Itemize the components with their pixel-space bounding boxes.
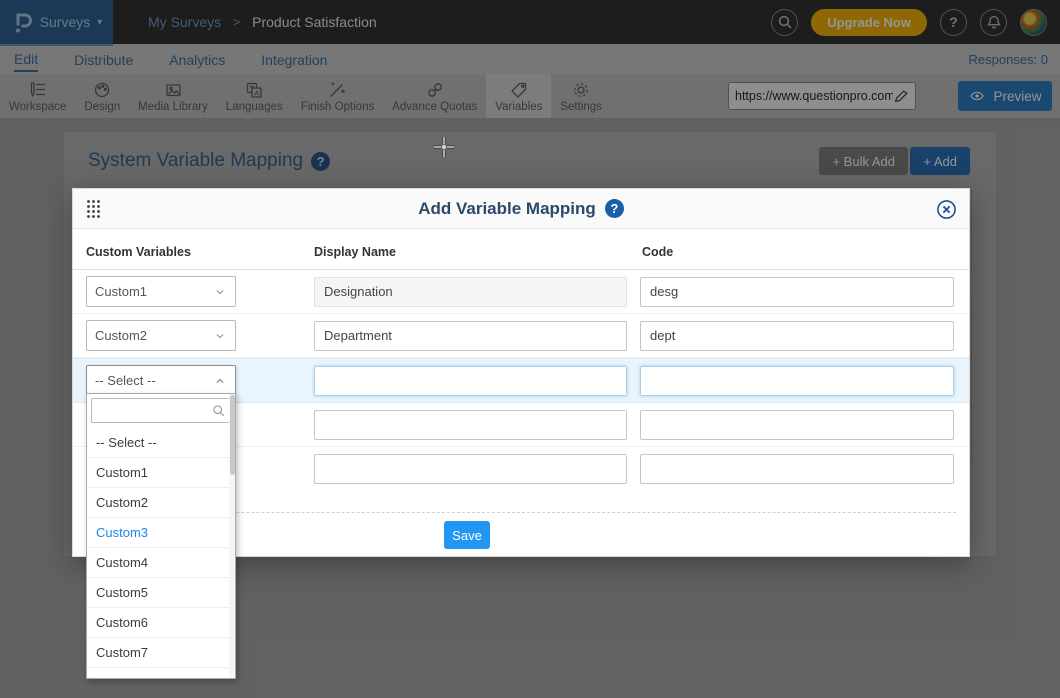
column-custom-variables: Custom Variables	[86, 245, 314, 259]
drag-handle-icon[interactable]	[86, 199, 101, 219]
variable-select-row1[interactable]: Custom1	[86, 276, 236, 307]
dropdown-option-custom4[interactable]: Custom4	[87, 547, 235, 577]
chevron-up-icon	[213, 374, 227, 388]
dropdown-option-select[interactable]: -- Select --	[87, 427, 235, 457]
code-input-row5[interactable]	[640, 454, 954, 484]
display-name-input-row2[interactable]	[314, 321, 627, 351]
modal-help-icon[interactable]: ?	[605, 199, 624, 218]
add-variable-mapping-modal: Add Variable Mapping ? Custom Variables …	[72, 188, 970, 557]
column-display-name: Display Name	[314, 245, 642, 259]
dropdown-option-custom2[interactable]: Custom2	[87, 487, 235, 517]
display-name-input-row3[interactable]	[314, 366, 627, 396]
variable-dropdown-panel: -- Select -- Custom1 Custom2 Custom3 Cus…	[86, 393, 236, 679]
mapping-column-headers: Custom Variables Display Name Code	[73, 229, 969, 270]
code-input-row4[interactable]	[640, 410, 954, 440]
dropdown-option-custom3[interactable]: Custom3	[87, 517, 235, 547]
dropdown-option-list: -- Select -- Custom1 Custom2 Custom3 Cus…	[87, 427, 235, 679]
variable-select-row2[interactable]: Custom2	[86, 320, 236, 351]
dropdown-option-custom1[interactable]: Custom1	[87, 457, 235, 487]
code-input-row3[interactable]	[640, 366, 954, 396]
dropdown-option-custom6[interactable]: Custom6	[87, 607, 235, 637]
modal-title: Add Variable Mapping	[418, 199, 596, 219]
close-icon[interactable]	[936, 199, 957, 220]
search-icon	[211, 403, 226, 418]
chevron-down-icon	[213, 329, 227, 343]
dropdown-option-custom7[interactable]: Custom7	[87, 637, 235, 667]
dropdown-scrollbar-thumb[interactable]	[230, 395, 235, 475]
chevron-down-icon	[213, 285, 227, 299]
dropdown-option-partial	[87, 667, 235, 679]
code-input-row1[interactable]	[640, 277, 954, 307]
dropdown-option-custom5[interactable]: Custom5	[87, 577, 235, 607]
display-name-input-row4[interactable]	[314, 410, 627, 440]
mapping-row: Custom2	[73, 314, 969, 358]
column-code: Code	[642, 245, 673, 259]
save-button[interactable]: Save	[444, 521, 490, 549]
variable-select-row3-open[interactable]: -- Select --	[86, 365, 236, 397]
modal-header: Add Variable Mapping ?	[73, 189, 969, 229]
code-input-row2[interactable]	[640, 321, 954, 351]
mapping-row: Custom1	[73, 270, 969, 314]
display-name-input-row5[interactable]	[314, 454, 627, 484]
display-name-input-row1[interactable]	[314, 277, 627, 307]
dropdown-scrollbar[interactable]	[229, 394, 235, 679]
